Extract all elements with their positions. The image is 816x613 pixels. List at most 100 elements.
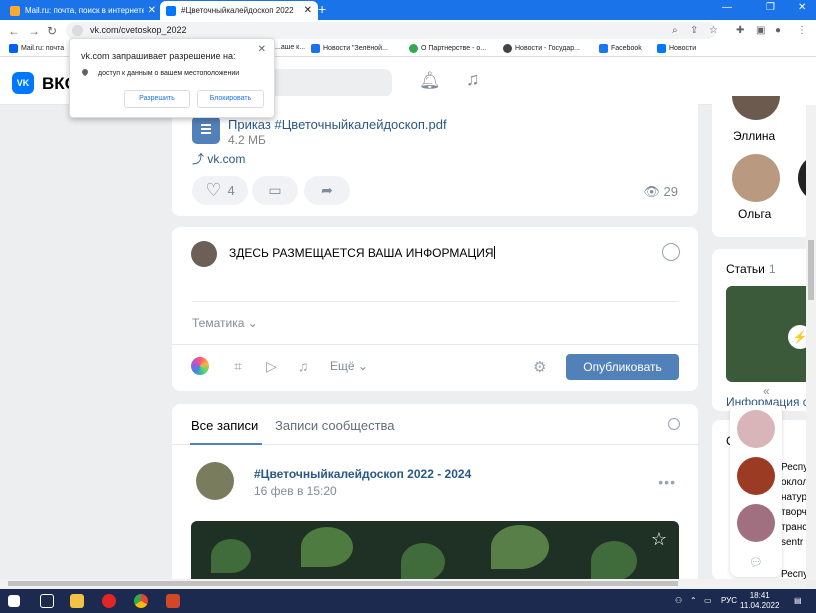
- tab-vk[interactable]: #Цветочныйкалейдоскоп 2022 ✕: [160, 1, 318, 20]
- share-icon[interactable]: ⇪: [690, 25, 698, 36]
- close-tab-icon[interactable]: ✕: [304, 5, 312, 16]
- eye-icon: 👁︎: [643, 184, 660, 199]
- clock[interactable]: 18:41 11.04.2022: [740, 591, 779, 611]
- feed-tabs: Все записи Записи сообщества: [172, 404, 698, 445]
- menu-icon[interactable]: ⋮: [797, 25, 807, 36]
- tab-mailru[interactable]: Mail.ru: почта, поиск в интернете ✕: [4, 1, 162, 20]
- extensions-icon[interactable]: ✚: [736, 25, 744, 36]
- active-tab-indicator: [190, 443, 262, 445]
- bookmark-gov-news[interactable]: Новости - Государ...: [503, 44, 580, 53]
- block-button[interactable]: Блокировать: [197, 90, 264, 108]
- avatar[interactable]: [737, 410, 775, 448]
- plant-leaf: [401, 543, 445, 581]
- battery-icon[interactable]: ▭: [704, 596, 712, 605]
- bookmark-partnership[interactable]: О Партнерстве - о...: [409, 44, 486, 53]
- file-explorer-icon[interactable]: [70, 594, 84, 608]
- vk-favicon-icon: [166, 5, 176, 16]
- mailru-icon: [9, 44, 18, 53]
- close-icon[interactable]: ✕: [258, 44, 266, 55]
- topic-dropdown[interactable]: Тематика ⌄: [192, 316, 258, 330]
- scrollbar-thumb[interactable]: [8, 581, 678, 586]
- profile-icon[interactable]: ●: [775, 25, 781, 36]
- post-image[interactable]: ☆: [191, 521, 679, 584]
- comment-button[interactable]: ▭: [252, 176, 298, 205]
- task-view-icon[interactable]: [40, 594, 54, 608]
- scrollbar-thumb[interactable]: [808, 240, 814, 300]
- emoji-icon[interactable]: [662, 243, 680, 261]
- more-options-icon[interactable]: •••: [658, 474, 676, 490]
- opera-icon[interactable]: [102, 594, 116, 608]
- member-name[interactable]: Эллина: [733, 129, 775, 143]
- source-link[interactable]: ⤴ vk.com: [192, 150, 245, 167]
- people-icon[interactable]: ⚇: [675, 596, 682, 605]
- minimize-icon[interactable]: —: [722, 2, 732, 13]
- windows-start-icon[interactable]: [8, 595, 20, 607]
- member-name[interactable]: Ольга: [738, 207, 771, 221]
- powerpoint-icon[interactable]: [166, 594, 180, 608]
- chevron-up-icon[interactable]: ⌃: [690, 596, 697, 605]
- post-date[interactable]: 16 фев в 15:20: [254, 484, 337, 498]
- close-tab-icon[interactable]: ✕: [148, 5, 156, 16]
- camera-icon[interactable]: ⌗: [234, 358, 242, 375]
- like-button[interactable]: ♡ 4: [192, 176, 248, 205]
- tab-all-posts[interactable]: Все записи: [191, 418, 258, 433]
- articles-heading[interactable]: Статьи 1: [726, 262, 776, 276]
- language-indicator[interactable]: РУС: [721, 596, 737, 605]
- plant-leaf: [591, 541, 637, 581]
- music-icon[interactable]: ♫: [298, 358, 309, 374]
- more-attachments-dropdown[interactable]: Ещё ⌄: [330, 359, 368, 373]
- community-avatar[interactable]: [196, 462, 234, 500]
- back-icon[interactable]: ←: [8, 24, 20, 38]
- url-field[interactable]: vk.com/cvetoskop_2022: [66, 22, 716, 39]
- bookmark-2[interactable]: ...аше к...: [275, 44, 305, 51]
- chrome-icon[interactable]: [134, 594, 148, 608]
- lock-icon[interactable]: [72, 25, 83, 36]
- bookmark-facebook[interactable]: Facebook: [599, 44, 642, 53]
- sidepanel-icon[interactable]: ▣: [756, 25, 765, 36]
- allow-button[interactable]: Разрешить: [124, 90, 190, 108]
- forward-icon[interactable]: →: [28, 24, 40, 38]
- reload-icon[interactable]: ↻: [47, 24, 57, 38]
- browser-tab-bar: Mail.ru: почта, поиск в интернете ✕ #Цве…: [0, 0, 816, 20]
- search-icon[interactable]: [668, 418, 680, 430]
- tab-community-posts[interactable]: Записи сообщества: [275, 418, 395, 433]
- avatar[interactable]: [737, 504, 775, 542]
- maximize-icon[interactable]: ❐: [766, 2, 775, 13]
- avatar[interactable]: [732, 154, 780, 202]
- views-count: 👁︎ 29: [643, 184, 678, 199]
- comment-icon: ▭: [268, 182, 282, 198]
- vk-logo-icon[interactable]: VK: [12, 72, 34, 94]
- star-icon[interactable]: ☆: [651, 529, 667, 550]
- share-arrow-icon: ➦: [321, 182, 333, 198]
- permission-title: vk.com запрашивает разрешение на:: [81, 51, 236, 61]
- video-icon[interactable]: ▷: [266, 358, 277, 375]
- chevron-down-icon: ⌄: [357, 359, 368, 373]
- star-icon[interactable]: ☆: [709, 25, 718, 36]
- wall-feed: Все записи Записи сообщества #Цветочныйк…: [172, 404, 698, 584]
- message-icon[interactable]: 💬︎: [749, 556, 763, 569]
- horizontal-scrollbar[interactable]: [0, 579, 806, 588]
- chevron-down-icon: ⌄: [247, 316, 258, 330]
- post-author-link[interactable]: #Цветочныйкалейдоскоп 2022 - 2024: [254, 467, 471, 481]
- collapse-icon[interactable]: «: [763, 384, 770, 398]
- notifications-icon[interactable]: ▤: [794, 596, 802, 605]
- doc-title-link[interactable]: Приказ #Цветочныйкалейдоскоп.pdf: [228, 117, 447, 132]
- new-tab-icon[interactable]: +: [318, 1, 326, 17]
- publish-button[interactable]: Опубликовать: [566, 354, 679, 380]
- bookmark-green-news[interactable]: Новости "Зелёной...: [311, 44, 388, 53]
- share-button[interactable]: ➦: [304, 176, 350, 205]
- ai-icon[interactable]: [191, 357, 209, 375]
- vertical-scrollbar[interactable]: [806, 105, 816, 580]
- music-icon[interactable]: ♫: [466, 69, 480, 90]
- avatar[interactable]: [732, 96, 780, 120]
- close-window-icon[interactable]: ✕: [798, 2, 806, 13]
- post-text-input[interactable]: ЗДЕСЬ РАЗМЕЩАЕТСЯ ВАША ИНФОРМАЦИЯ: [229, 246, 495, 260]
- bell-icon[interactable]: 🔔︎: [419, 71, 441, 91]
- bookmark-vk-news[interactable]: Новости: [657, 44, 696, 53]
- search-icon[interactable]: ⌕: [672, 25, 678, 36]
- avatar: [191, 241, 217, 267]
- avatar[interactable]: [737, 457, 775, 495]
- gear-icon[interactable]: ⚙: [533, 358, 546, 376]
- bookmark-mailru[interactable]: Mail.ru: почта: [9, 44, 64, 53]
- facebook-icon: [599, 44, 608, 53]
